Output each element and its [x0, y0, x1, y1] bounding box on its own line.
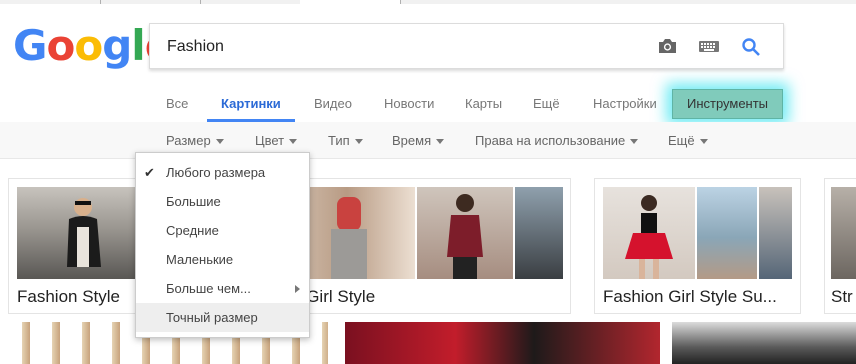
size-dropdown-menu: ✔ Любого размера Большие Средние Маленьк…	[135, 152, 310, 338]
filter-more-label: Ещё	[668, 133, 695, 148]
menu-item-label: Любого размера	[166, 165, 266, 180]
person-figure	[625, 195, 673, 279]
tools-button[interactable]: Инструменты	[672, 89, 783, 119]
logo-letter: g	[102, 21, 132, 70]
chevron-right-icon	[295, 285, 300, 293]
camera-icon[interactable]	[657, 37, 677, 55]
tab-maps[interactable]: Карты	[465, 96, 502, 111]
menu-item-label: Маленькие	[166, 252, 234, 267]
logo-letter: l	[131, 21, 145, 70]
tab-news[interactable]: Новости	[384, 96, 434, 111]
filter-time[interactable]: Время	[392, 133, 445, 148]
result-card[interactable]: Str	[824, 178, 856, 314]
search-icon[interactable]	[741, 37, 761, 56]
tab-images[interactable]: Картинки	[221, 96, 281, 111]
menu-item-medium[interactable]: Средние	[136, 216, 309, 245]
result-title[interactable]: Str	[831, 287, 853, 307]
result-thumbnail[interactable]	[672, 322, 856, 364]
tab-settings[interactable]: Настройки	[593, 96, 657, 111]
tab-separator	[200, 0, 301, 4]
filter-usage-rights[interactable]: Права на использование	[475, 133, 639, 148]
filter-type-label: Тип	[328, 133, 350, 148]
result-thumbnail[interactable]	[515, 187, 563, 279]
result-thumbnail[interactable]	[697, 187, 757, 279]
result-thumbnail[interactable]	[759, 187, 792, 279]
menu-item-large[interactable]: Большие	[136, 187, 309, 216]
filter-bar: Размер Цвет Тип Время Права на использов…	[0, 122, 856, 276]
tab-all[interactable]: Все	[166, 96, 188, 111]
filter-color[interactable]: Цвет	[255, 133, 298, 148]
check-icon: ✔	[144, 165, 155, 180]
logo-letter: o	[46, 21, 75, 70]
menu-item-label: Средние	[166, 223, 219, 238]
filter-usage-rights-label: Права на использование	[475, 133, 626, 148]
person-figure	[447, 194, 483, 279]
result-thumbnail[interactable]	[831, 187, 856, 279]
filter-more[interactable]: Ещё	[668, 133, 708, 148]
filter-size[interactable]: Размер	[166, 133, 224, 148]
tab-more[interactable]: Ещё	[533, 96, 560, 111]
tab-separator	[0, 0, 101, 4]
menu-item-label: Точный размер	[166, 310, 258, 325]
menu-item-label: Большие	[166, 194, 221, 209]
chevron-down-icon	[289, 139, 298, 145]
menu-item-larger-than[interactable]: Больше чем...	[136, 274, 309, 303]
search-input[interactable]	[165, 24, 639, 70]
menu-item-any-size[interactable]: ✔ Любого размера	[136, 158, 309, 187]
filter-time-label: Время	[392, 133, 432, 148]
filter-type[interactable]: Тип	[328, 133, 363, 148]
menu-item-icon-size[interactable]: Маленькие	[136, 245, 309, 274]
menu-item-exact-size[interactable]: Точный размер	[136, 303, 309, 332]
chevron-down-icon	[630, 139, 639, 145]
active-tab[interactable]	[300, 0, 401, 4]
keyboard-icon[interactable]	[699, 37, 719, 55]
logo-letter: o	[74, 21, 103, 70]
person-figure	[67, 198, 101, 267]
result-thumbnail[interactable]	[417, 187, 513, 279]
result-thumbnail[interactable]	[603, 187, 695, 279]
chevron-down-icon	[436, 139, 445, 145]
tab-separator	[100, 0, 201, 4]
result-card[interactable]: Fashion Girl Style Su...	[594, 178, 801, 314]
filter-size-label: Размер	[166, 133, 211, 148]
logo-letter: G	[13, 21, 47, 70]
browser-tab-strip	[0, 0, 856, 4]
chevron-down-icon	[354, 139, 363, 145]
result-title[interactable]: Fashion Style	[17, 287, 120, 307]
result-title[interactable]: Fashion Girl Style Su...	[603, 287, 777, 307]
tab-video[interactable]: Видео	[314, 96, 352, 111]
chevron-down-icon	[699, 139, 708, 145]
filter-color-label: Цвет	[255, 133, 285, 148]
menu-item-label: Больше чем...	[166, 281, 251, 296]
result-thumbnail[interactable]	[345, 322, 660, 364]
chevron-down-icon	[215, 139, 224, 145]
search-box	[149, 23, 784, 70]
result-card[interactable]: Fashion Style	[8, 178, 144, 314]
result-thumbnail[interactable]	[17, 187, 135, 279]
